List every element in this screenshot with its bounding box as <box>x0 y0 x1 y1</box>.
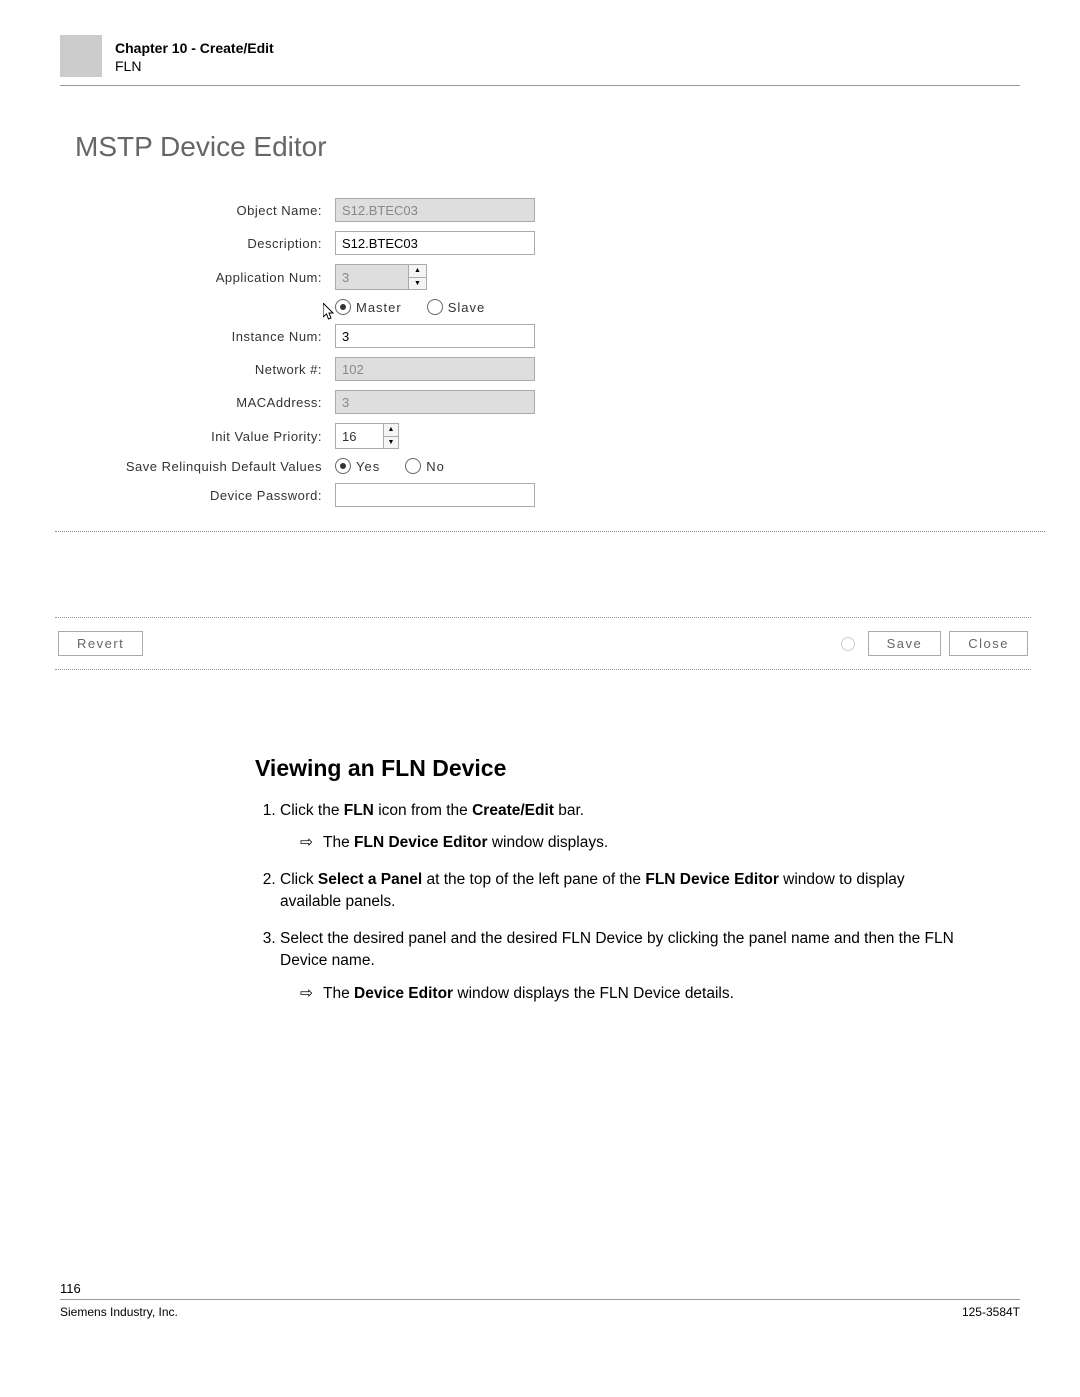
input-init-value-priority[interactable] <box>336 424 383 448</box>
radio-yes[interactable]: Yes <box>335 458 380 474</box>
spinner-application-num[interactable]: ▲ ▼ <box>335 264 427 290</box>
step-3-sub: The Device Editor window displays the FL… <box>300 983 960 1005</box>
spinner-up-icon[interactable]: ▲ <box>409 265 426 278</box>
radio-no[interactable]: No <box>405 458 445 474</box>
input-object-name[interactable] <box>335 198 535 222</box>
label-mac-address: MACAddress: <box>75 395 335 410</box>
editor-title: MSTP Device Editor <box>75 131 1045 163</box>
chapter-title: Chapter 10 - Create/Edit <box>115 40 274 56</box>
input-mac-address[interactable] <box>335 390 535 414</box>
footer-company: Siemens Industry, Inc. <box>60 1305 178 1319</box>
radio-group-mode: Master Slave <box>335 299 485 315</box>
close-button[interactable]: Close <box>949 631 1028 656</box>
radio-circle-master[interactable] <box>335 299 351 315</box>
page-footer: 116 Siemens Industry, Inc. 125-3584T <box>0 1281 1080 1339</box>
revert-button[interactable]: Revert <box>58 631 143 656</box>
steps-list: Click the FLN icon from the Create/Edit … <box>255 800 960 1005</box>
label-device-password: Device Password: <box>75 488 335 503</box>
radio-group-save: Yes No <box>335 458 445 474</box>
step-2: Click Select a Panel at the top of the l… <box>280 869 960 914</box>
spinner-down-icon[interactable]: ▼ <box>409 278 426 290</box>
input-description[interactable] <box>335 231 535 255</box>
section-heading: Viewing an FLN Device <box>255 755 1020 782</box>
page-number: 116 <box>60 1281 1020 1300</box>
save-button[interactable]: Save <box>868 631 942 656</box>
step-3: Select the desired panel and the desired… <box>280 928 960 1005</box>
label-instance-num: Instance Num: <box>75 329 335 344</box>
label-save-relinquish: Save Relinquish Default Values <box>75 459 335 474</box>
radio-label-yes: Yes <box>356 459 380 474</box>
chapter-subtitle: FLN <box>115 58 274 74</box>
footer-docnum: 125-3584T <box>962 1305 1020 1319</box>
radio-circle-no[interactable] <box>405 458 421 474</box>
radio-slave[interactable]: Slave <box>427 299 486 315</box>
chapter-icon <box>60 35 102 77</box>
radio-label-slave: Slave <box>448 300 486 315</box>
input-device-password[interactable] <box>335 483 535 507</box>
label-object-name: Object Name: <box>75 203 335 218</box>
input-instance-num[interactable] <box>335 324 535 348</box>
label-description: Description: <box>75 236 335 251</box>
radio-circle-slave[interactable] <box>427 299 443 315</box>
radio-label-master: Master <box>356 300 402 315</box>
editor-panel: MSTP Device Editor Object Name: Descript… <box>55 121 1045 532</box>
spinner-down-icon[interactable]: ▼ <box>384 437 398 449</box>
label-network-num: Network #: <box>75 362 335 377</box>
spinner-up-icon[interactable]: ▲ <box>384 424 398 437</box>
input-network-num[interactable] <box>335 357 535 381</box>
label-init-value-priority: Init Value Priority: <box>75 429 335 444</box>
page-header: Chapter 10 - Create/Edit FLN <box>60 35 1020 86</box>
label-application-num: Application Num: <box>75 270 335 285</box>
radio-master[interactable]: Master <box>335 299 402 315</box>
radio-label-no: No <box>426 459 445 474</box>
button-row: Revert Save Close <box>55 617 1031 670</box>
status-circle-icon <box>841 637 855 651</box>
step-1: Click the FLN icon from the Create/Edit … <box>280 800 960 855</box>
input-application-num[interactable] <box>336 265 408 289</box>
step-1-sub: The FLN Device Editor window displays. <box>300 832 960 854</box>
radio-circle-yes[interactable] <box>335 458 351 474</box>
spinner-init-value-priority[interactable]: ▲ ▼ <box>335 423 399 449</box>
